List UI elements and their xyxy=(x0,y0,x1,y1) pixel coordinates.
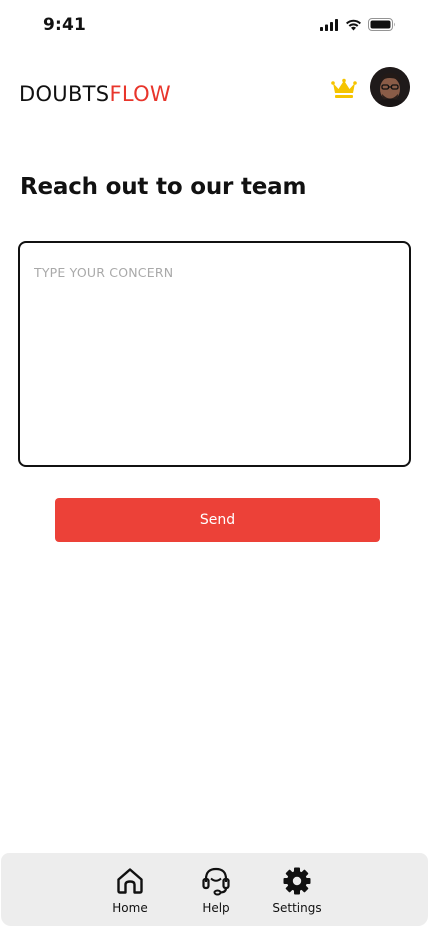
status-bar: 9:41 xyxy=(0,0,428,50)
headset-icon xyxy=(200,865,232,897)
status-icons xyxy=(320,18,396,31)
nav-label-settings: Settings xyxy=(272,901,322,915)
nav-label-home: Home xyxy=(112,901,148,915)
nav-item-home[interactable]: Home xyxy=(95,865,165,915)
gear-icon xyxy=(281,865,313,897)
brand-part-doubts: DOUBTS xyxy=(19,82,110,106)
cellular-signal-icon xyxy=(320,18,338,31)
home-icon xyxy=(114,865,146,897)
avatar[interactable] xyxy=(370,67,410,107)
brand-logo: DOUBTSFLOW xyxy=(19,82,171,106)
nav-label-help: Help xyxy=(202,901,230,915)
concern-input[interactable] xyxy=(34,265,394,445)
battery-icon xyxy=(368,18,395,31)
wifi-icon xyxy=(346,19,361,30)
concern-box xyxy=(18,241,411,467)
nav-item-help[interactable]: Help xyxy=(181,865,251,915)
send-button[interactable]: Send xyxy=(55,498,380,542)
app-screen: 9:41 DOUBTSFLOW Reach out to our team TY… xyxy=(0,0,428,926)
nav-item-settings[interactable]: Settings xyxy=(262,865,332,915)
crown-icon[interactable] xyxy=(331,78,357,100)
page-title: Reach out to our team xyxy=(20,174,307,200)
brand-part-flow: FLOW xyxy=(109,82,171,106)
avatar-image xyxy=(370,67,410,107)
status-time: 9:41 xyxy=(43,15,87,35)
bottom-nav: Home Help Settings xyxy=(1,853,428,926)
